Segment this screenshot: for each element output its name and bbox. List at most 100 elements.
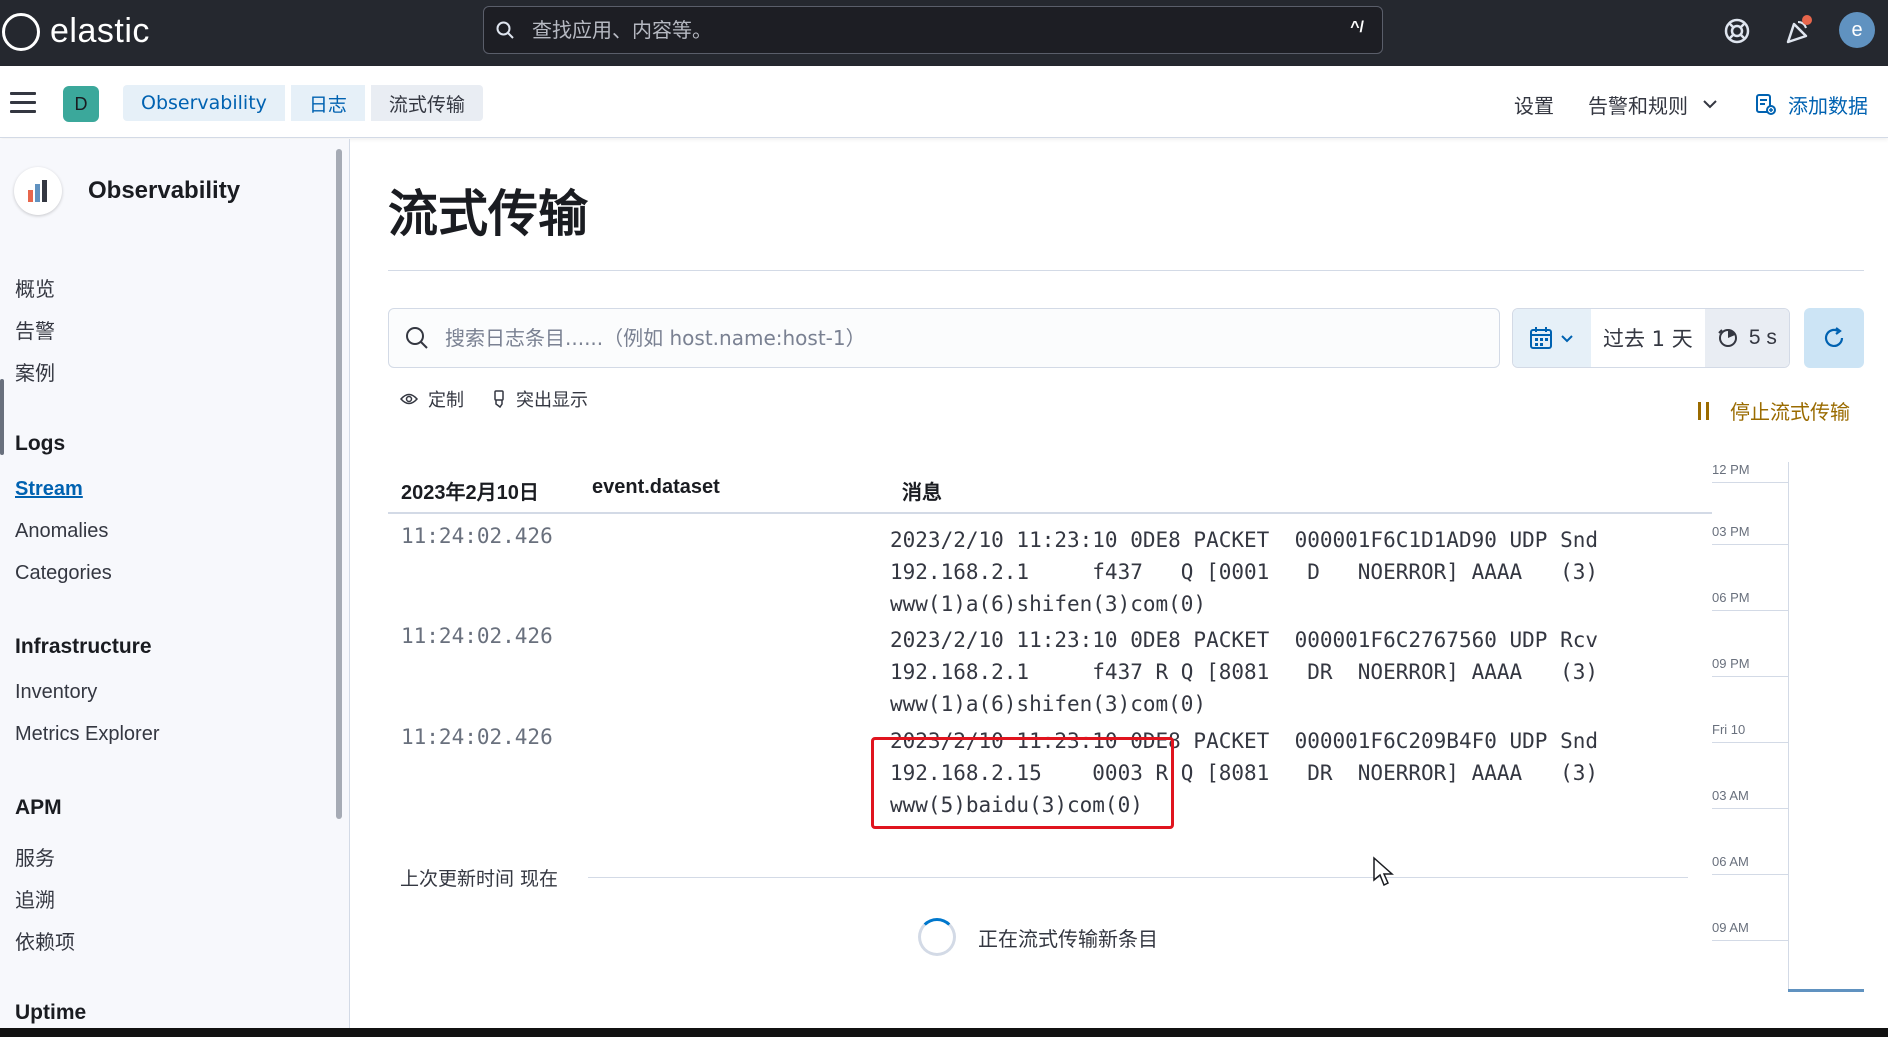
minimap-gridline — [1712, 940, 1788, 941]
sidebar-group-infrastructure: Infrastructure — [15, 635, 152, 658]
minimap-tick: 09 PM — [1712, 656, 1750, 671]
alerts-menu[interactable]: 告警和规则 — [1588, 90, 1720, 119]
log-minimap[interactable]: 12 PM 03 PM 06 PM 09 PM Fri 10 03 AM 06 … — [1712, 462, 1864, 992]
sidebar-item-anomalies[interactable]: Anomalies — [15, 520, 108, 543]
news-feed-icon[interactable] — [1780, 14, 1814, 48]
last-update-label: 上次更新时间 现在 — [400, 868, 559, 890]
refresh-interval[interactable]: 5 s — [1704, 309, 1789, 367]
add-data-link[interactable]: 添加数据 — [1754, 90, 1868, 119]
refresh-button[interactable] — [1804, 308, 1864, 368]
loading-spinner-icon — [918, 918, 956, 956]
global-header: elastic ^/ e — [0, 0, 1888, 66]
global-search[interactable]: ^/ — [483, 6, 1383, 54]
sidebar-item-services[interactable]: 服务 — [15, 842, 55, 871]
minimap-gridline — [1712, 742, 1788, 743]
log-message: 2023/2/10 11:23:10 0DE8 PACKET 000001F6C… — [890, 524, 1598, 620]
settings-link[interactable]: 设置 — [1514, 90, 1554, 119]
last-update-divider — [588, 877, 1688, 878]
breadcrumb-logs[interactable]: 日志 — [290, 85, 365, 121]
sidebar-item-cases[interactable]: 案例 — [15, 357, 55, 386]
header-actions: 设置 告警和规则 添加数据 — [1480, 86, 1868, 122]
log-timestamp: 11:24:02.426 — [401, 624, 553, 648]
menu-toggle-icon[interactable] — [10, 92, 36, 114]
calendar-icon — [1530, 327, 1552, 349]
log-message-line: 192.168.2.1 f437 Q [0001 D NOERROR] AAAA… — [890, 560, 1599, 584]
sidebar-item-traces[interactable]: 追溯 — [15, 884, 55, 913]
refresh-interval-icon — [1718, 329, 1737, 347]
add-data-label: 添加数据 — [1788, 93, 1868, 118]
customize-label: 定制 — [428, 390, 464, 411]
column-header-message: 消息 — [902, 482, 942, 504]
streaming-label: 正在流式传输新条目 — [978, 926, 1158, 951]
sidebar-collapse-handle[interactable] — [0, 379, 4, 455]
log-timestamp: 11:24:02.426 — [401, 725, 553, 749]
sidebar-item-inventory[interactable]: Inventory — [15, 681, 97, 704]
minimap-current-window — [1788, 989, 1864, 992]
search-shortcut-hint: ^/ — [1350, 19, 1364, 36]
column-header-date: 2023年2月10日 — [401, 482, 539, 504]
minimap-tick: 03 AM — [1712, 788, 1749, 803]
sidebar-item-stream[interactable]: Stream — [15, 478, 83, 501]
log-message-line: 2023/2/10 11:23:10 0DE8 PACKET 000001F6C… — [890, 528, 1599, 552]
log-message: 2023/2/10 11:23:10 0DE8 PACKET 000001F6C… — [890, 624, 1598, 720]
minimap-tick: 06 AM — [1712, 854, 1749, 869]
log-table-header: 2023年2月10日 event.dataset 消息 — [388, 470, 1712, 514]
alerts-menu-label: 告警和规则 — [1588, 93, 1688, 118]
minimap-axis — [1788, 462, 1789, 992]
sidebar-item-alerts[interactable]: 告警 — [15, 315, 55, 344]
eye-icon — [400, 393, 418, 405]
breadcrumb-observability[interactable]: Observability — [123, 85, 285, 121]
highlight-button[interactable]: 突出显示 — [492, 386, 588, 412]
sidebar-header: Observability — [14, 167, 240, 215]
page-title: 流式传输 — [388, 185, 588, 243]
search-icon — [406, 327, 428, 349]
chevron-down-icon — [1703, 100, 1717, 109]
help-icon[interactable] — [1720, 14, 1754, 48]
streaming-indicator: 正在流式传输新条目 — [918, 918, 1158, 956]
side-nav: Observability 概览 告警 案例 Logs Stream Anoma… — [0, 139, 350, 1037]
log-message-line: 192.168.2.1 f437 R Q [8081 DR NOERROR] A… — [890, 660, 1599, 684]
brand-name: elastic — [50, 12, 150, 50]
bottom-edge — [0, 1028, 1888, 1037]
sidebar-title: Observability — [88, 177, 241, 204]
elastic-logo[interactable]: elastic — [2, 12, 150, 51]
annotation-highlight-box — [871, 737, 1174, 829]
quick-menu-button[interactable] — [1513, 309, 1591, 367]
date-picker: 过去 1 天 5 s — [1512, 308, 1790, 368]
date-range-label[interactable]: 过去 1 天 — [1591, 323, 1705, 353]
stop-streaming-label: 停止流式传输 — [1730, 400, 1850, 424]
stream-options: 定制 突出显示 — [400, 386, 616, 412]
breadcrumb-stream: 流式传输 — [370, 85, 483, 121]
log-message-line: www(1)a(6)shifen(3)com(0) — [890, 592, 1207, 616]
sidebar-scrollbar[interactable] — [336, 149, 342, 819]
space-selector[interactable]: D — [63, 86, 99, 122]
stop-streaming-button[interactable]: 停止流式传输 — [1698, 396, 1850, 425]
global-search-input[interactable] — [532, 18, 1292, 42]
highlighter-icon — [494, 390, 504, 408]
sidebar-group-apm: APM — [15, 796, 62, 819]
log-message-line: 2023/2/10 11:23:10 0DE8 PACKET 000001F6C… — [890, 628, 1599, 652]
customize-button[interactable]: 定制 — [400, 386, 464, 412]
mouse-cursor-icon — [1373, 856, 1394, 887]
minimap-tick: 03 PM — [1712, 524, 1750, 539]
minimap-gridline — [1712, 676, 1788, 677]
minimap-tick: Fri 10 — [1712, 722, 1746, 737]
minimap-tick: 06 PM — [1712, 590, 1750, 605]
user-avatar[interactable]: e — [1839, 12, 1875, 48]
log-message-line: www(1)a(6)shifen(3)com(0) — [890, 692, 1207, 716]
title-divider — [388, 270, 1864, 271]
sidebar-item-overview[interactable]: 概览 — [15, 273, 55, 302]
sidebar-item-metrics-explorer[interactable]: Metrics Explorer — [15, 723, 159, 746]
minimap-gridline — [1712, 874, 1788, 875]
minimap-gridline — [1712, 808, 1788, 809]
search-icon — [496, 21, 514, 39]
log-search-input[interactable] — [445, 326, 1485, 350]
log-search-bar[interactable] — [388, 308, 1500, 368]
sidebar-item-dependencies[interactable]: 依赖项 — [15, 926, 75, 955]
sidebar-item-categories[interactable]: Categories — [15, 562, 112, 585]
column-header-dataset: event.dataset — [592, 476, 720, 498]
breadcrumb-bar: D Observability 日志 流式传输 设置 告警和规则 添加数据 — [0, 66, 1888, 138]
chevron-down-icon — [1561, 335, 1573, 343]
refresh-interval-label: 5 s — [1748, 326, 1777, 349]
observability-logo-icon — [14, 167, 62, 215]
